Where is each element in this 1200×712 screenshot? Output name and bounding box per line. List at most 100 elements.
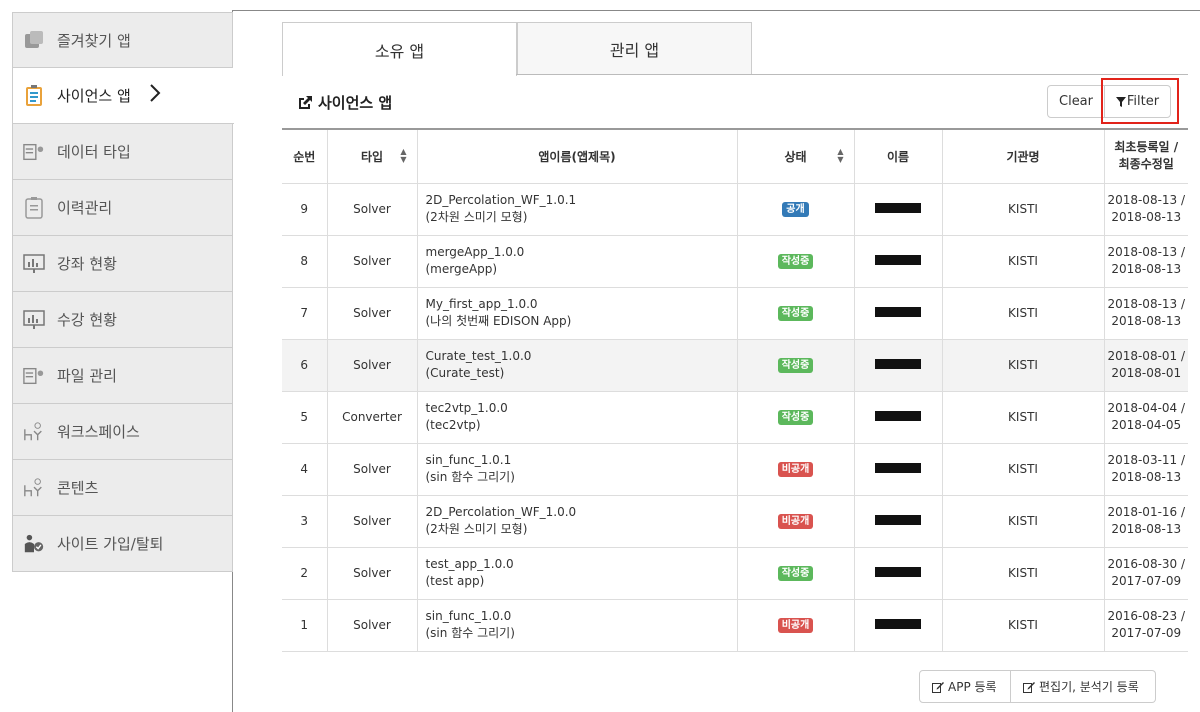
sidebar-item[interactable]: 워크스페이스: [12, 404, 233, 460]
tab-divider: [516, 74, 1188, 75]
edit-icon: [932, 681, 944, 693]
cell-app-name[interactable]: sin_func_1.0.1 (sin 함수 그리기): [416, 442, 737, 495]
table-row[interactable]: 8 Solver mergeApp_1.0.0 (mergeApp) 작성중 KISTI 2…: [282, 234, 1188, 287]
cell-dates: 2018-03-11 / 2018-08-13: [1103, 442, 1188, 495]
cell-no: 8: [282, 234, 327, 287]
sidebar-item[interactable]: 사이트 가입/탈퇴: [12, 516, 233, 572]
last-date: 2018-08-13: [1111, 210, 1182, 224]
cell-app-name[interactable]: mergeApp_1.0.0 (mergeApp): [416, 234, 737, 287]
last-date: 2018-08-13: [1111, 314, 1182, 328]
cell-type: Solver: [326, 546, 417, 599]
app-name[interactable]: Curate_test_1.0.0: [426, 348, 737, 365]
first-date: 2018-08-13 /: [1107, 193, 1186, 207]
cell-app-name[interactable]: 2D_Percolation_WF_1.0.1 (2차원 스미기 모형): [416, 182, 737, 235]
cell-app-name[interactable]: My_first_app_1.0.0 (나의 첫번째 EDISON App): [416, 286, 737, 339]
sidebar-item-label: 콘텐츠: [57, 479, 99, 497]
cell-user-name: [853, 442, 942, 495]
cell-status: 작성중: [736, 338, 854, 391]
app-name[interactable]: 2D_Percolation_WF_1.0.0: [426, 504, 737, 521]
status-badge: 작성중: [777, 410, 814, 425]
cell-dates: 2018-01-16 / 2018-08-13: [1103, 494, 1188, 547]
table-row[interactable]: 9 Solver 2D_Percolation_WF_1.0.1 (2차원 스미기 모…: [282, 182, 1188, 235]
cell-org: KISTI: [941, 494, 1104, 547]
col-header-type[interactable]: 타입 ▲ ▼: [326, 128, 417, 184]
editor-register-button[interactable]: 편집기, 분석기 등록: [1011, 670, 1156, 703]
app-title: (나의 첫번째 EDISON App): [425, 314, 572, 328]
file-manage-icon: [23, 365, 45, 387]
sort-icon[interactable]: ▲ ▼: [837, 148, 843, 164]
status-badge: 작성중: [777, 566, 814, 581]
col-header-app-name: 앱이름(앱제목): [416, 128, 737, 184]
sidebar-item-label: 수강 현황: [57, 311, 117, 329]
cell-no: 5: [282, 390, 327, 443]
table-row[interactable]: 3 Solver 2D_Percolation_WF_1.0.0 (2차원 스미기 모…: [282, 494, 1188, 547]
app-name[interactable]: My_first_app_1.0.0: [426, 296, 737, 313]
redacted-name: [875, 203, 921, 213]
sidebar-item[interactable]: 강좌 현황: [12, 236, 233, 292]
table-row[interactable]: 2 Solver test_app_1.0.0 (test app) 작성중 KISTI 2…: [282, 546, 1188, 599]
cell-status: 비공개: [736, 494, 854, 547]
status-badge: 비공개: [777, 514, 814, 529]
table-row[interactable]: 6 Solver Curate_test_1.0.0 (Curate_test) 작성중…: [282, 338, 1188, 391]
cell-app-name[interactable]: test_app_1.0.0 (test app): [416, 546, 737, 599]
tab-owned-apps[interactable]: 소유 앱: [282, 22, 517, 76]
sidebar-item[interactable]: 파일 관리: [12, 348, 233, 404]
cell-type: Solver: [326, 182, 417, 235]
cell-app-name[interactable]: 2D_Percolation_WF_1.0.0 (2차원 스미기 모형): [416, 494, 737, 547]
app-register-button[interactable]: APP 등록: [919, 670, 1011, 703]
cell-no: 9: [282, 182, 327, 235]
col-header-status[interactable]: 상태 ▲ ▼: [736, 128, 854, 184]
status-badge: 공개: [782, 202, 809, 217]
app-name[interactable]: tec2vtp_1.0.0: [426, 400, 737, 417]
tab-managed-apps[interactable]: 관리 앱: [517, 22, 752, 75]
sidebar-item-label: 이력관리: [57, 199, 113, 217]
table-header-row: 순번 타입 ▲ ▼ 앱이름(앱제목) 상태 ▲ ▼ 이름 기관명 최초등록일 / 최종수…: [282, 128, 1188, 184]
cell-no: 6: [282, 338, 327, 391]
cell-org: KISTI: [941, 182, 1104, 235]
tab-bar: 소유 앱 관리 앱: [282, 22, 752, 76]
table-row[interactable]: 5 Converter tec2vtp_1.0.0 (tec2vtp) 작성중 KISTI…: [282, 390, 1188, 443]
section-title-text: 사이언스 앱: [318, 94, 393, 112]
sidebar-item[interactable]: 데이터 타입: [12, 124, 233, 180]
cell-status: 비공개: [736, 598, 854, 652]
app-name[interactable]: mergeApp_1.0.0: [426, 244, 737, 261]
table-row[interactable]: 7 Solver My_first_app_1.0.0 (나의 첫번째 EDISON …: [282, 286, 1188, 339]
cell-status: 비공개: [736, 442, 854, 495]
sidebar-item[interactable]: 수강 현황: [12, 292, 233, 348]
clear-button[interactable]: Clear: [1047, 85, 1105, 118]
cell-app-name[interactable]: tec2vtp_1.0.0 (tec2vtp): [416, 390, 737, 443]
sidebar-item-label: 즐겨찾기 앱: [57, 31, 131, 50]
cell-app-name[interactable]: sin_func_1.0.0 (sin 함수 그리기): [416, 598, 737, 652]
data-type-icon: [23, 141, 45, 163]
science-app-table: 순번 타입 ▲ ▼ 앱이름(앱제목) 상태 ▲ ▼ 이름 기관명 최초등록일 / 최종수…: [282, 128, 1188, 652]
workspace-icon: [23, 421, 45, 443]
status-badge: 작성중: [777, 358, 814, 373]
cell-org: KISTI: [941, 598, 1104, 652]
cell-org: KISTI: [941, 234, 1104, 287]
sidebar-item[interactable]: 콘텐츠: [12, 460, 233, 516]
cell-type: Converter: [326, 390, 417, 443]
app-name[interactable]: 2D_Percolation_WF_1.0.1: [426, 192, 737, 209]
col-header-last-date: 최종수정일: [1118, 157, 1174, 172]
app-title: (tec2vtp): [425, 418, 481, 432]
sidebar-item-label: 사이트 가입/탈퇴: [57, 535, 164, 553]
cell-org: KISTI: [941, 546, 1104, 599]
sidebar-item[interactable]: 이력관리: [12, 180, 233, 236]
cell-user-name: [853, 598, 942, 652]
cell-no: 7: [282, 286, 327, 339]
cell-app-name[interactable]: Curate_test_1.0.0 (Curate_test): [416, 338, 737, 391]
sidebar-item[interactable]: 즐겨찾기 앱: [12, 12, 233, 68]
app-name[interactable]: test_app_1.0.0: [426, 556, 737, 573]
cell-user-name: [853, 546, 942, 599]
content-frame-top: [232, 10, 1200, 11]
sidebar-item[interactable]: 사이언스 앱: [12, 68, 234, 124]
app-name[interactable]: sin_func_1.0.1: [426, 452, 737, 469]
sort-icon[interactable]: ▲ ▼: [400, 148, 406, 164]
table-row[interactable]: 4 Solver sin_func_1.0.1 (sin 함수 그리기) 비공개 KIST…: [282, 442, 1188, 495]
table-row[interactable]: 1 Solver sin_func_1.0.0 (sin 함수 그리기) 비공개 KIST…: [282, 598, 1188, 652]
cell-no: 3: [282, 494, 327, 547]
external-link-icon: [299, 95, 312, 109]
cell-user-name: [853, 286, 942, 339]
app-name[interactable]: sin_func_1.0.0: [426, 608, 737, 625]
cell-type: Solver: [326, 234, 417, 287]
